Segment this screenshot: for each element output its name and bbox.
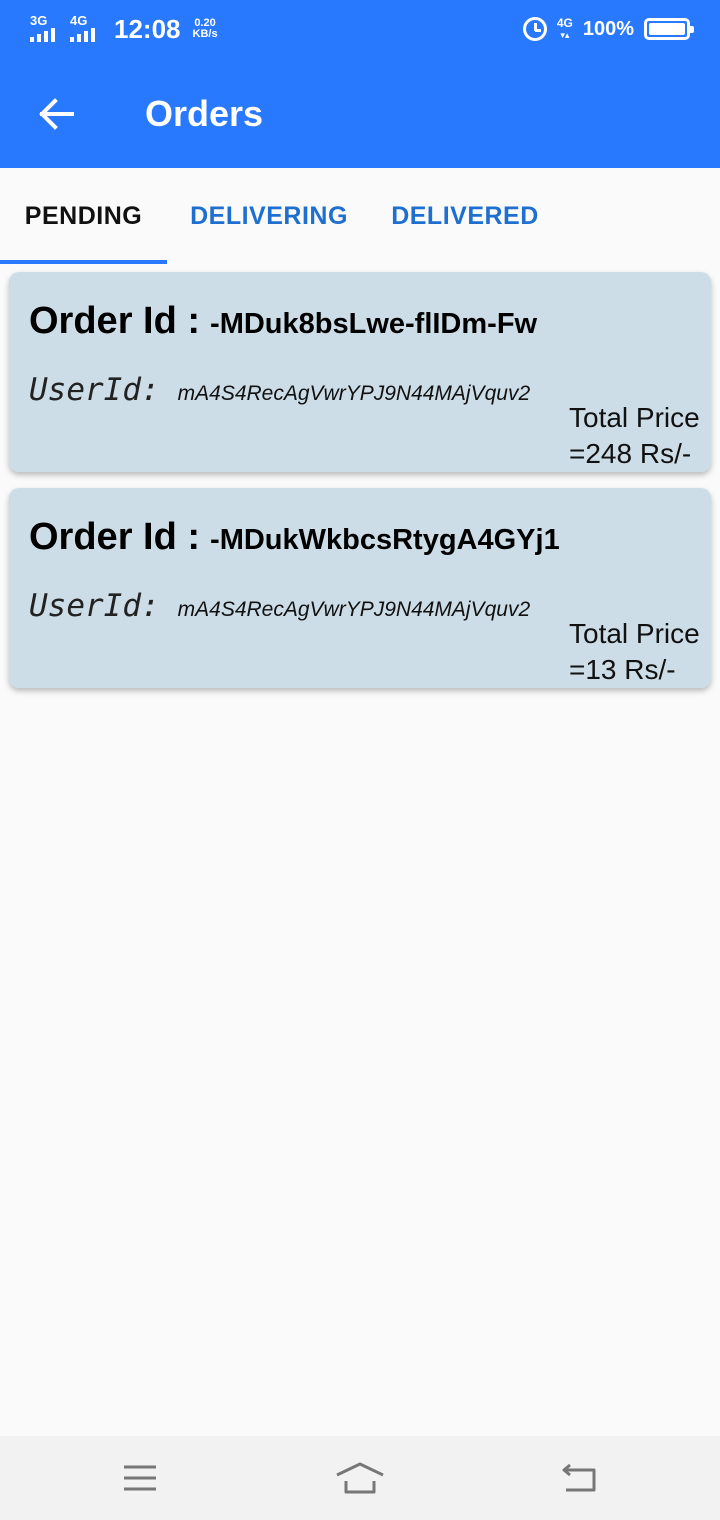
user-id-value: mA4S4RecAgVwrYPJ9N44MAjVquv2 — [177, 598, 531, 621]
user-id-value: mA4S4RecAgVwrYPJ9N44MAjVquv2 — [177, 382, 531, 405]
alarm-icon — [522, 17, 547, 41]
menu-button[interactable] — [110, 1454, 170, 1502]
network-speed: 0.20 KB/s — [193, 18, 218, 40]
total-price: Total Price =248 Rs/- — [569, 400, 711, 472]
order-card[interactable]: Order Id : -MDuk8bsLwe-flIDm-Fw UserId: … — [9, 272, 711, 472]
lte-icon: 4G ▾▴ — [556, 16, 573, 40]
arrow-left-icon — [39, 98, 74, 130]
system-nav-bar — [0, 1436, 720, 1520]
battery-percent: 100% — [582, 17, 634, 40]
tab-indicator — [0, 260, 167, 264]
total-price-value: =248 Rs/- — [569, 438, 692, 469]
total-price: Total Price =13 Rs/- — [569, 616, 711, 688]
menu-icon — [124, 1465, 156, 1491]
lte-label: 4G — [556, 16, 573, 30]
user-id-label: UserId: — [29, 372, 160, 408]
order-id-value: -MDukWkbcsRtygA4GYj1 — [210, 524, 560, 556]
order-id-value: -MDuk8bsLwe-flIDm-Fw — [210, 308, 538, 340]
network-speed-unit: KB/s — [192, 28, 218, 40]
home-icon — [336, 1462, 384, 1494]
status-bar: 3G 4G 12:08 0.20 KB/s 4G ▾▴ 100% — [0, 0, 720, 58]
total-price-label: Total Price — [569, 402, 700, 433]
tab-delivered[interactable]: DELIVERED — [382, 168, 548, 264]
tab-pending[interactable]: PENDING — [0, 168, 167, 264]
back-button[interactable] — [26, 84, 86, 144]
back-icon — [562, 1463, 596, 1492]
order-card[interactable]: Order Id : -MDukWkbcsRtygA4GYj1 UserId: … — [9, 488, 711, 688]
battery-icon — [644, 18, 694, 40]
home-button[interactable] — [330, 1454, 390, 1502]
status-time: 12:08 — [114, 13, 181, 44]
signal-icon-2: 4G — [70, 14, 102, 44]
network-type-1: 3G — [30, 13, 48, 28]
user-id-label: UserId: — [29, 588, 160, 624]
app-bar: 3G 4G 12:08 0.20 KB/s 4G ▾▴ 100% Orders — [0, 0, 720, 168]
total-price-label: Total Price — [569, 618, 700, 649]
order-id-label: Order Id : — [29, 516, 201, 558]
tab-delivering[interactable]: DELIVERING — [180, 168, 358, 264]
signal-icon-1: 3G — [30, 14, 62, 44]
order-id-label: Order Id : — [29, 300, 201, 342]
tab-bar: PENDING DELIVERING DELIVERED — [0, 168, 720, 264]
network-type-2: 4G — [70, 13, 88, 28]
total-price-value: =13 Rs/- — [569, 654, 676, 685]
back-nav-button[interactable] — [550, 1454, 610, 1502]
page-title: Orders — [145, 93, 264, 134]
